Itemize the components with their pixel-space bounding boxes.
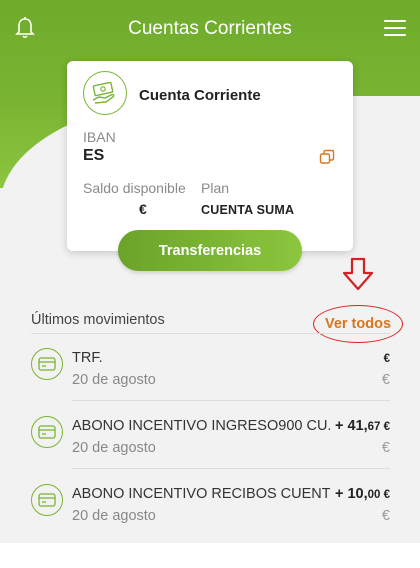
movement-description: TRF.: [72, 350, 103, 366]
movement-amount: + 10,00 €: [334, 486, 390, 502]
movement-amount: + 41,67 €: [334, 418, 390, 434]
card-icon: [31, 416, 63, 448]
card-icon: [31, 348, 63, 380]
section-title: Últimos movimientos: [31, 312, 165, 328]
movement-amount: €: [383, 353, 390, 365]
movement-balance: €: [381, 440, 390, 456]
account-card[interactable]: Cuenta Corriente IBAN ES Saldo disponibl…: [67, 61, 353, 251]
card-icon: [31, 484, 63, 516]
list-item[interactable]: ABONO INCENTIVO INGRESO900 CU... 20 de a…: [0, 402, 420, 469]
iban-value: ES: [83, 147, 105, 164]
cash-hand-icon: [83, 71, 127, 115]
down-arrow-icon: [341, 257, 375, 291]
copy-icon[interactable]: [319, 149, 335, 165]
account-title: Cuenta Corriente: [139, 87, 261, 104]
saldo-value: €: [139, 201, 147, 217]
movement-description: ABONO INCENTIVO RECIBOS CUENT...: [72, 486, 330, 502]
list-item[interactable]: ABONO INCENTIVO RECIBOS CUENT... 20 de a…: [0, 470, 420, 537]
movement-date: 20 de agosto: [72, 440, 156, 456]
list-item[interactable]: TRF. 20 de agosto € €: [0, 334, 420, 401]
movement-balance: €: [381, 372, 390, 388]
transfer-button[interactable]: Transferencias: [118, 230, 302, 271]
plan-label: Plan: [201, 180, 230, 196]
saldo-label: Saldo disponible: [83, 180, 186, 196]
iban-label: IBAN: [83, 129, 116, 145]
movement-date: 20 de agosto: [72, 508, 156, 524]
bottom-bar: [0, 543, 420, 568]
movement-date: 20 de agosto: [72, 372, 156, 388]
movement-balance: €: [381, 508, 390, 524]
divider: [72, 400, 390, 401]
plan-value: CUENTA SUMA: [201, 203, 295, 217]
page-title: Cuentas Corrientes: [128, 18, 292, 39]
divider: [72, 468, 390, 469]
movement-description: ABONO INCENTIVO INGRESO900 CU...: [72, 418, 330, 434]
hamburger-menu-icon[interactable]: [384, 20, 406, 36]
